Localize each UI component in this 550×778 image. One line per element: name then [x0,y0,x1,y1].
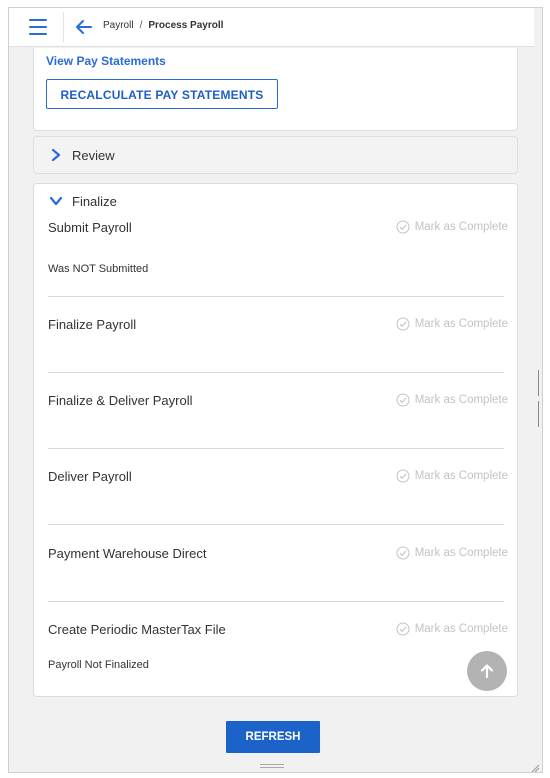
chevron-right-icon [51,148,61,162]
step-title: Create Periodic MasterTax File [48,622,226,637]
step-status: Payroll Not Finalized [48,659,149,671]
breadcrumb-separator: / [139,20,143,31]
header-divider [63,12,64,42]
scroll-to-top-button[interactable] [467,651,507,691]
chevron-down-icon [49,196,63,206]
step-title: Deliver Payroll [48,469,132,484]
finalize-section: Finalize Submit Payroll Mark as Complete… [33,183,518,697]
recalculate-pay-statements-button[interactable]: RECALCULATE PAY STATEMENTS [46,79,278,109]
breadcrumb: Payroll / Process Payroll [103,20,223,31]
step-divider [48,524,504,525]
step-divider [48,372,504,373]
mark-complete-button[interactable]: Mark as Complete [396,546,508,560]
view-pay-statements-link[interactable]: View Pay Statements [46,54,166,68]
mark-complete-button[interactable]: Mark as Complete [396,393,508,407]
finalize-section-header[interactable]: Finalize [48,193,117,209]
pay-statements-card: View Pay Statements RECALCULATE PAY STAT… [33,48,518,131]
resize-grip-icon[interactable] [260,764,284,768]
mark-complete-button[interactable]: Mark as Complete [396,220,508,234]
top-header: Payroll / Process Payroll [9,8,534,47]
mark-complete-button[interactable]: Mark as Complete [396,469,508,483]
app-window: Payroll / Process Payroll View Pay Stateme… [8,7,543,773]
check-circle-icon [396,469,410,483]
step-status: Was NOT Submitted [48,263,149,275]
mark-complete-label: Mark as Complete [414,221,508,233]
review-section-header[interactable]: Review [48,147,115,163]
mark-complete-label: Mark as Complete [414,547,508,559]
mark-complete-label: Mark as Complete [414,318,508,330]
side-resize-handle[interactable] [538,370,541,427]
step-title: Payment Warehouse Direct [48,546,207,561]
check-circle-icon [396,317,410,331]
mark-complete-label: Mark as Complete [414,394,508,406]
refresh-button[interactable]: REFRESH [226,721,320,753]
review-section: Review [33,136,518,174]
mark-complete-label: Mark as Complete [414,623,508,635]
finalize-section-label: Finalize [72,193,117,209]
breadcrumb-current: Process Payroll [148,20,224,31]
step-title: Finalize Payroll [48,317,137,332]
step-divider [48,601,504,602]
step-title: Finalize & Deliver Payroll [48,393,193,408]
check-circle-icon [396,393,410,407]
mark-complete-label: Mark as Complete [414,470,508,482]
step-divider [48,296,504,297]
check-circle-icon [396,622,410,636]
check-circle-icon [396,220,410,234]
menu-icon[interactable] [29,19,47,35]
corner-resize-icon[interactable] [530,760,540,772]
check-circle-icon [396,546,410,560]
back-arrow-icon[interactable] [75,17,93,37]
breadcrumb-root[interactable]: Payroll [103,20,134,31]
step-title: Submit Payroll [48,220,132,235]
step-divider [48,448,504,449]
review-section-label: Review [72,147,115,163]
mark-complete-button[interactable]: Mark as Complete [396,317,508,331]
arrow-up-icon [480,664,494,679]
mark-complete-button[interactable]: Mark as Complete [396,622,508,636]
